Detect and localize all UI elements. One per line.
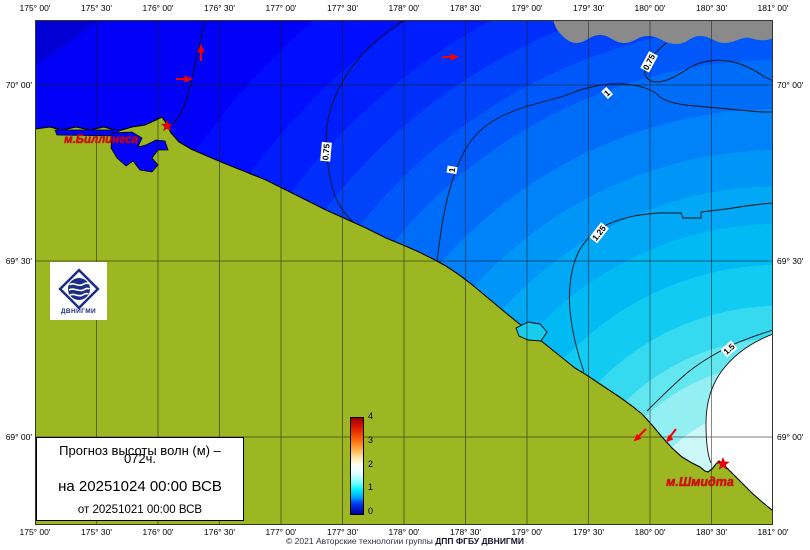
copyright-org: ДПП ФГБУ ДВНИГМИ bbox=[435, 536, 524, 546]
place-billingsa: м.Биллингса bbox=[64, 134, 138, 146]
axis-top-1: 175° 30' bbox=[75, 3, 119, 13]
colorbar-tick-2: 2 bbox=[368, 459, 373, 469]
forecast-info-box: Прогноз высоты волн (м) – 072ч. на 20251… bbox=[36, 437, 244, 521]
axis-top-3: 176° 30' bbox=[198, 3, 242, 13]
dvnigmi-logo: ДВНИГМИ bbox=[50, 262, 107, 320]
colorbar-tick-1: 1 bbox=[368, 482, 373, 492]
axis-top-5: 177° 30' bbox=[321, 3, 365, 13]
axis-top-11: 180° 30' bbox=[690, 3, 734, 13]
axis-left-2: 69° 00' bbox=[0, 432, 32, 442]
logo-caption: ДВНИГМИ bbox=[61, 308, 96, 315]
axis-top-0: 175° 00' bbox=[13, 3, 57, 13]
axis-top-12: 181° 00' bbox=[751, 3, 795, 13]
copyright-prefix: © 2021 Авторские технологии группы bbox=[286, 536, 435, 546]
forecast-issue-time: от 20251021 00:00 ВСВ bbox=[37, 504, 243, 516]
colorbar-tick-labels: 4 3 2 1 0 bbox=[368, 411, 373, 516]
colorbar-tick-0: 0 bbox=[368, 506, 373, 516]
contour-label-0.75-0: 0.75 bbox=[320, 142, 332, 161]
axis-right-2: 69° 00' bbox=[777, 432, 810, 442]
colorbar-tick-3: 3 bbox=[368, 435, 373, 445]
axis-right-0: 70° 00' bbox=[777, 80, 810, 90]
axis-top-2: 176° 00' bbox=[136, 3, 180, 13]
axis-left-1: 69° 30' bbox=[0, 256, 32, 266]
axis-top-10: 180° 00' bbox=[628, 3, 672, 13]
dvnigmi-emblem-icon bbox=[58, 268, 100, 310]
axis-top-8: 179° 00' bbox=[505, 3, 549, 13]
axis-top-4: 177° 00' bbox=[259, 3, 303, 13]
axis-left-0: 70° 00' bbox=[0, 80, 32, 90]
axis-top-6: 178° 00' bbox=[382, 3, 426, 13]
wave-forecast-map-page: 175° 00' 175° 30' 176° 00' 176° 30' 177° 00'… bbox=[0, 0, 810, 550]
axis-top-9: 179° 30' bbox=[567, 3, 611, 13]
axis-right-1: 69° 30' bbox=[777, 256, 810, 266]
forecast-valid-time: на 20251024 00:00 ВСВ bbox=[37, 478, 243, 495]
colorbar-tick-4: 4 bbox=[368, 411, 373, 421]
place-shmidta: м.Шмидта bbox=[666, 475, 734, 489]
copyright-line: © 2021 Авторские технологии группы ДПП Ф… bbox=[0, 536, 810, 546]
axis-top-7: 178° 30' bbox=[444, 3, 488, 13]
wave-height-colorbar bbox=[350, 417, 364, 515]
